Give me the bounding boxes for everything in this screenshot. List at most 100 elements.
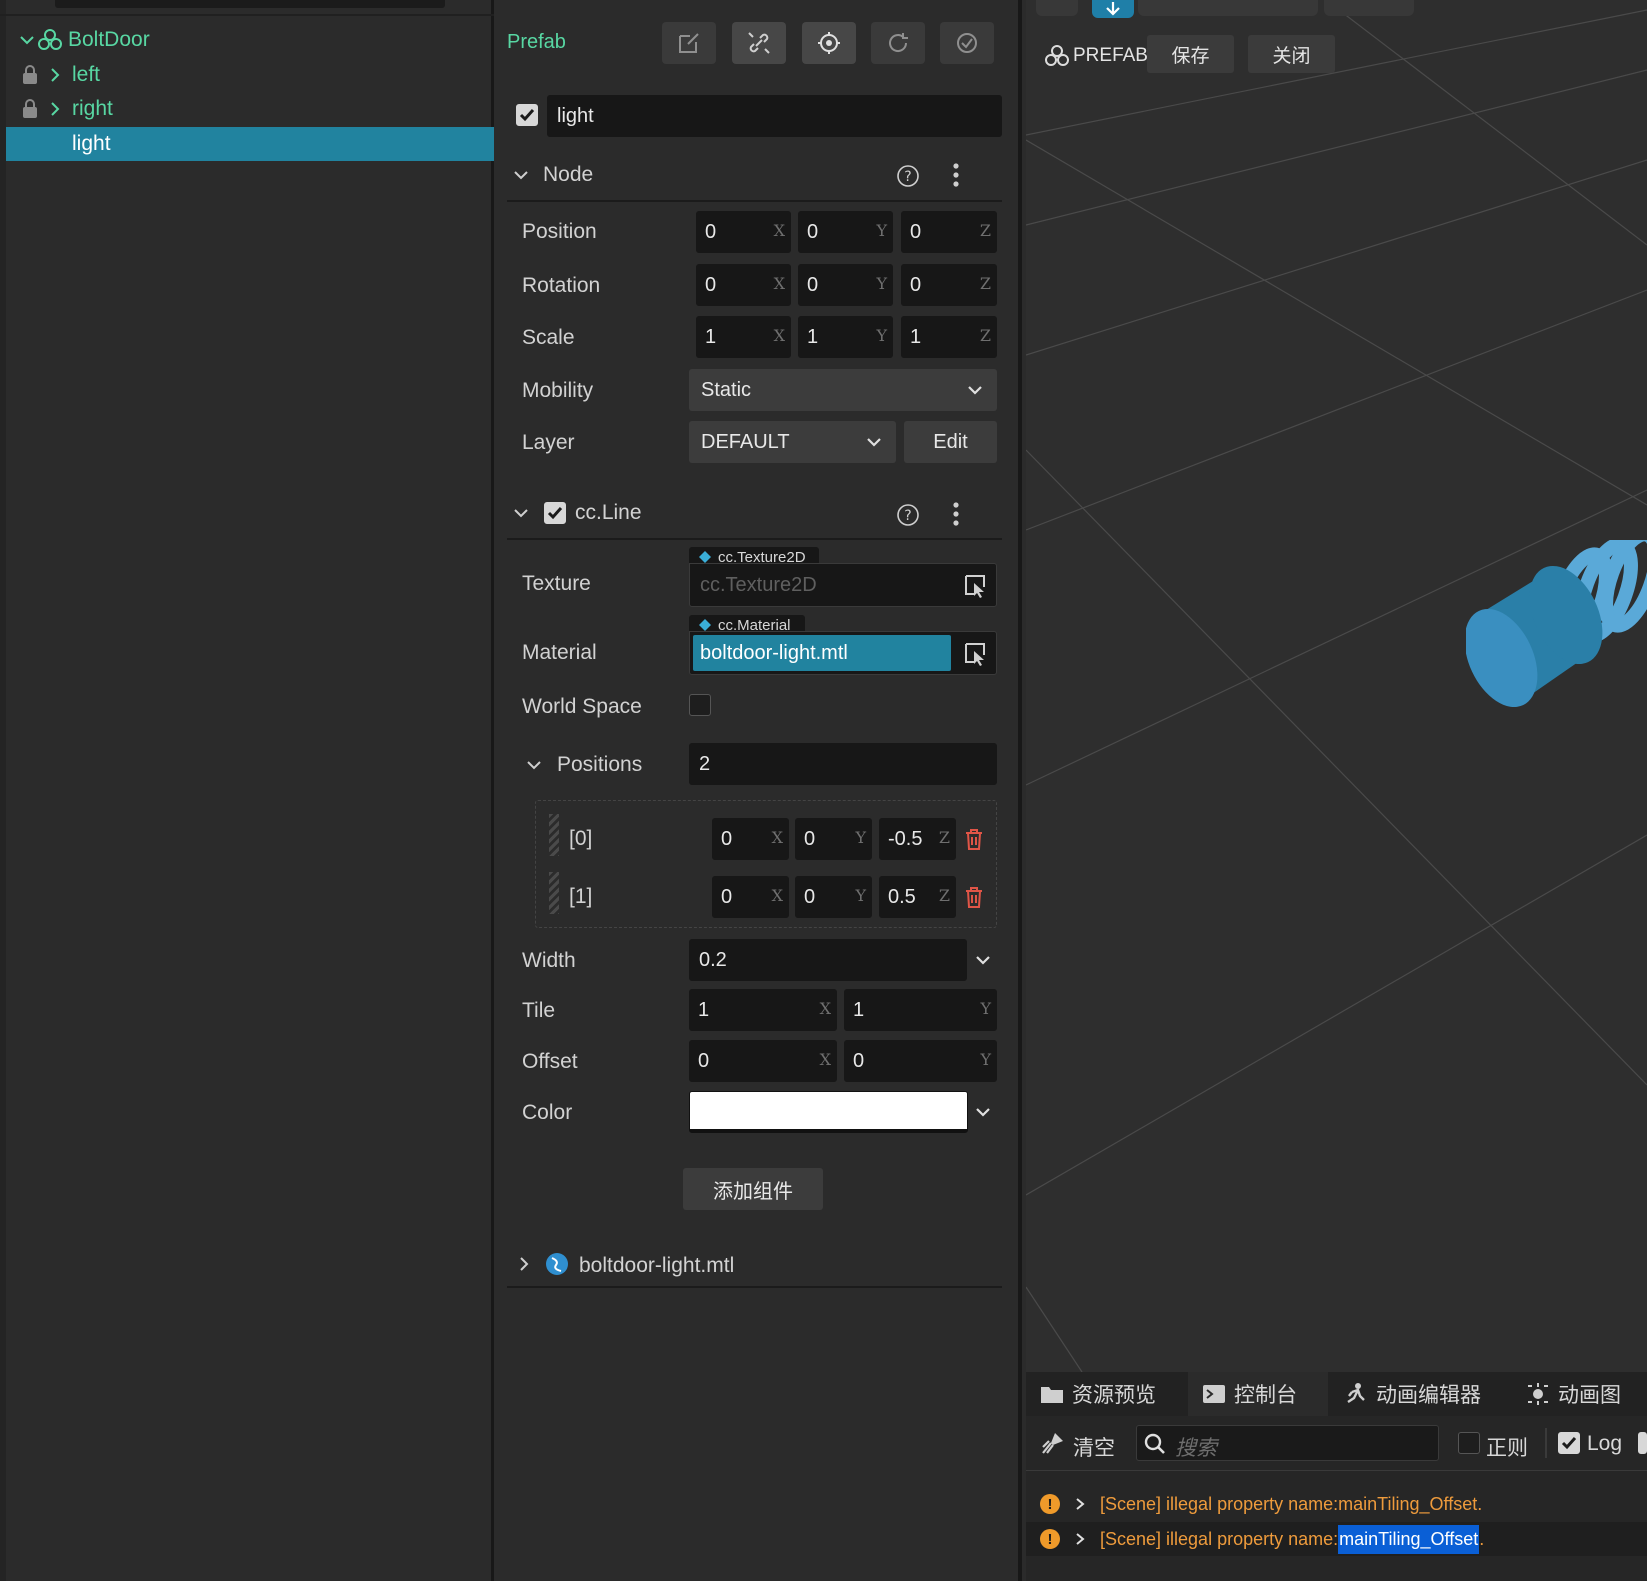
target-icon (818, 32, 840, 54)
scale-y-input[interactable]: 1Y (798, 316, 893, 358)
lock-icon[interactable] (22, 65, 38, 85)
offset-label: Offset (522, 1050, 578, 1073)
chevron-down-icon[interactable] (975, 953, 991, 967)
locate-prefab-button[interactable] (802, 22, 856, 64)
layer-select[interactable]: DEFAULT (689, 421, 896, 463)
chevron-right-icon[interactable] (1074, 1497, 1086, 1511)
position-x-input[interactable]: 0X (696, 211, 791, 253)
trash-icon[interactable] (964, 828, 984, 850)
refresh-icon (889, 33, 908, 52)
console-panel: 资源预览 控制台 动画编辑器 动画图 清空 搜索 正则 Log ! [Scene… (1026, 1372, 1647, 1581)
material-asset-title[interactable]: boltdoor-light.mtl (579, 1254, 734, 1278)
drag-handle[interactable] (549, 872, 559, 914)
node-active-checkbox[interactable] (516, 104, 538, 126)
console-message[interactable]: ! [Scene] illegal property name: mainTil… (1026, 1522, 1647, 1556)
scale-x-input[interactable]: 1X (696, 316, 791, 358)
chevron-down-icon[interactable] (513, 167, 529, 183)
help-icon[interactable]: ? (896, 503, 920, 527)
line-section-title[interactable]: cc.Line (575, 501, 642, 525)
chevron-right-icon[interactable] (517, 1256, 531, 1272)
drag-handle[interactable] (549, 814, 559, 856)
position-item-x-input[interactable]: 0X (712, 818, 789, 860)
bolt-model[interactable] (1466, 540, 1647, 740)
tab-animation-editor[interactable]: 动画编辑器 (1330, 1372, 1510, 1416)
position-item-y-input[interactable]: 0Y (795, 818, 872, 860)
mobility-select[interactable]: Static (689, 369, 997, 411)
console-message[interactable]: ! [Scene] illegal property name: mainTil… (1026, 1487, 1647, 1521)
tab-assets-preview[interactable]: 资源预览 (1026, 1372, 1186, 1416)
scale-z-input[interactable]: 1Z (901, 316, 997, 358)
chevron-right-icon[interactable] (48, 102, 62, 116)
node-section-title[interactable]: Node (543, 163, 593, 187)
log-filter-checkbox[interactable] (1558, 1432, 1580, 1454)
add-component-button[interactable]: 添加组件 (683, 1168, 823, 1210)
tile-x-input[interactable]: 1X (689, 989, 837, 1031)
lock-icon[interactable] (22, 99, 38, 119)
selected-text[interactable]: mainTiling_Offset (1338, 1524, 1480, 1554)
more-icon[interactable] (952, 501, 960, 527)
chevron-down-icon[interactable] (526, 757, 542, 773)
save-prefab-button[interactable]: 保存 (1147, 35, 1234, 73)
view-mode-button[interactable] (1036, 0, 1078, 16)
texture-asset-field[interactable]: cc.Texture2D (689, 563, 997, 607)
layer-edit-button[interactable]: Edit (904, 421, 997, 463)
close-prefab-button[interactable]: 关闭 (1248, 35, 1335, 73)
warn-filter-checkbox[interactable] (1638, 1432, 1647, 1454)
revert-prefab-button[interactable] (871, 22, 925, 64)
tree-item-label: right (72, 97, 113, 120)
material-icon (546, 1253, 568, 1275)
width-input[interactable]: 0.2 (689, 939, 967, 981)
terminal-icon (1203, 1385, 1225, 1403)
tree-item-right[interactable]: right (6, 92, 494, 126)
regex-label: 正则 (1486, 1437, 1528, 1460)
tab-animation-graph[interactable]: 动画图 (1512, 1372, 1647, 1416)
rotation-z-input[interactable]: 0Z (901, 264, 997, 306)
position-item-x-input[interactable]: 0X (712, 876, 789, 918)
asset-pick-icon[interactable] (964, 574, 986, 598)
tree-item-boltdoor[interactable]: BoltDoor (6, 23, 494, 57)
clear-icon[interactable] (1041, 1431, 1065, 1455)
regex-checkbox[interactable] (1458, 1432, 1480, 1454)
warning-icon: ! (1040, 1529, 1060, 1549)
apply-prefab-button[interactable] (940, 22, 994, 64)
transform-tools[interactable] (1138, 0, 1318, 16)
position-item-z-input[interactable]: -0.5 Z (879, 818, 956, 860)
chevron-right-icon[interactable] (48, 68, 62, 82)
offset-x-input[interactable]: 0X (689, 1040, 837, 1082)
node-name-input[interactable]: light (547, 95, 1002, 137)
chevron-down-icon[interactable] (513, 505, 529, 521)
position-item-z-input[interactable]: 0.5 Z (879, 876, 956, 918)
hierarchy-search-bar[interactable] (55, 0, 445, 8)
component-enabled-checkbox[interactable] (544, 502, 566, 524)
clear-button[interactable]: 清空 (1073, 1432, 1115, 1462)
tree-item-left[interactable]: left (6, 58, 494, 92)
more-icon[interactable] (952, 162, 960, 188)
tree-item-label: BoltDoor (68, 28, 150, 51)
open-prefab-button[interactable] (662, 22, 716, 64)
tab-console[interactable]: 控制台 (1188, 1372, 1328, 1416)
color-swatch[interactable] (689, 1091, 968, 1133)
material-asset-field[interactable]: boltdoor-light.mtl (689, 631, 997, 675)
chevron-down-icon[interactable] (20, 33, 34, 47)
world-space-checkbox[interactable] (689, 694, 711, 716)
help-icon[interactable]: ? (896, 164, 920, 188)
position-y-input[interactable]: 0Y (798, 211, 893, 253)
rotation-x-input[interactable]: 0X (696, 264, 791, 306)
chevron-right-icon[interactable] (1074, 1532, 1086, 1546)
unlink-prefab-button[interactable] (732, 22, 786, 64)
move-tool-button[interactable] (1092, 0, 1134, 18)
chevron-down-icon[interactable] (975, 1105, 991, 1119)
offset-y-input[interactable]: 0Y (844, 1040, 997, 1082)
scene-view[interactable]: PREFAB 保存 关闭 (1026, 0, 1647, 1372)
rotation-y-input[interactable]: 0Y (798, 264, 893, 306)
snap-tools[interactable] (1324, 0, 1414, 16)
tile-y-input[interactable]: 1Y (844, 989, 997, 1031)
asset-pick-icon[interactable] (964, 642, 986, 666)
positions-count-input[interactable]: 2 (689, 743, 997, 785)
position-z-input[interactable]: 0Z (901, 211, 997, 253)
tree-item-light[interactable]: light (6, 127, 494, 161)
position-item-y-input[interactable]: 0Y (795, 876, 872, 918)
trash-icon[interactable] (964, 886, 984, 908)
inspector-panel: Prefab light Node ? Position 0X 0Y 0Z Ro… (497, 0, 1022, 1581)
console-search-input[interactable]: 搜索 (1136, 1425, 1439, 1461)
